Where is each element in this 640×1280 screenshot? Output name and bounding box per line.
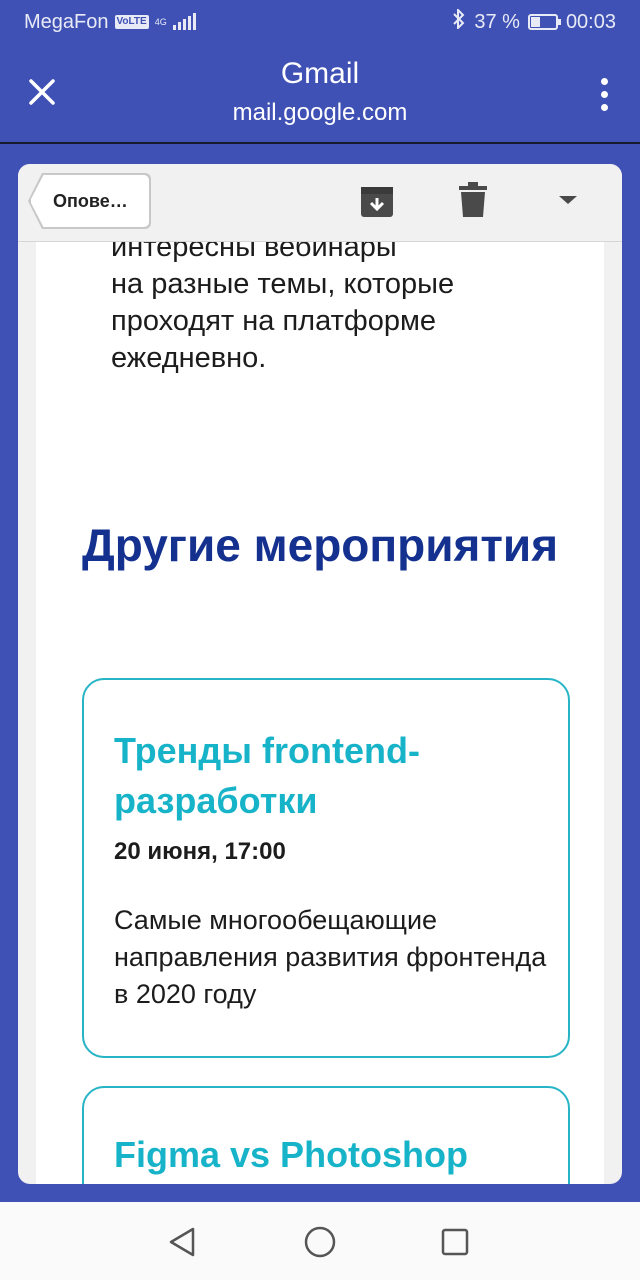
recents-square-icon bbox=[441, 1228, 469, 1256]
status-left: MegaFon VoLTE 4G bbox=[24, 11, 196, 34]
nav-back-button[interactable] bbox=[164, 1224, 200, 1260]
intro-paragraph: курсы, если вам будут интересны вебинары… bbox=[111, 242, 571, 377]
event-title[interactable]: Figma vs Photoshop bbox=[114, 1130, 554, 1180]
app-bar-divider bbox=[0, 142, 640, 144]
email-toolbar: Опове… bbox=[18, 164, 622, 242]
signal-icon bbox=[172, 13, 196, 30]
app-url: mail.google.com bbox=[232, 99, 408, 126]
app-title: Gmail bbox=[280, 57, 360, 90]
trash-icon bbox=[459, 182, 487, 217]
event-title[interactable]: Тренды frontend-разработки bbox=[114, 726, 554, 826]
nav-home-button[interactable] bbox=[302, 1224, 338, 1260]
status-right: 37 % 00:03 bbox=[452, 7, 616, 35]
app-bar: Gmail mail.google.com bbox=[0, 44, 640, 142]
more-actions-dropdown[interactable] bbox=[556, 192, 580, 208]
event-card[interactable]: Figma vs Photoshop bbox=[82, 1086, 570, 1184]
email-card: Опове… курсы, если вам будут интересны в… bbox=[18, 164, 622, 1184]
more-vert-icon bbox=[600, 77, 608, 85]
clock: 00:03 bbox=[565, 10, 616, 33]
chevron-down-icon bbox=[559, 196, 577, 204]
home-circle-icon bbox=[304, 1226, 336, 1258]
intro-line: на разные темы, которые bbox=[111, 268, 455, 300]
intro-line: интересны вебинары bbox=[111, 242, 397, 263]
delete-button[interactable] bbox=[458, 182, 488, 218]
section-title: Другие мероприятия bbox=[81, 519, 559, 571]
intro-line: ежедневно. bbox=[111, 342, 267, 374]
nav-recents-button[interactable] bbox=[437, 1224, 473, 1260]
more-options-button[interactable] bbox=[592, 74, 616, 114]
battery-fill bbox=[530, 17, 540, 27]
email-body: курсы, если вам будут интересны вебинары… bbox=[36, 242, 604, 1184]
event-description: Самые многообещающие направления развити… bbox=[114, 905, 547, 1009]
archive-button[interactable] bbox=[360, 184, 394, 218]
event-date: 20 июня, 17:00 bbox=[114, 838, 286, 865]
archive-icon bbox=[361, 187, 393, 217]
status-bar: MegaFon VoLTE 4G 37 % 00:03 bbox=[0, 0, 640, 44]
navigation-bar bbox=[0, 1202, 640, 1280]
volte-icon: VoLTE bbox=[114, 15, 149, 29]
carrier-name: MegaFon bbox=[24, 10, 109, 33]
network-type: 4G bbox=[154, 16, 167, 27]
back-to-label-button[interactable]: Опове… bbox=[30, 174, 150, 228]
event-card[interactable]: Тренды frontend-разработки 20 июня, 17:0… bbox=[82, 678, 570, 1058]
battery-percent: 37 % bbox=[474, 10, 520, 33]
intro-line: проходят на платформе bbox=[111, 305, 437, 337]
battery-icon bbox=[527, 14, 561, 30]
back-triangle-icon bbox=[169, 1227, 195, 1257]
bluetooth-icon bbox=[452, 7, 466, 35]
